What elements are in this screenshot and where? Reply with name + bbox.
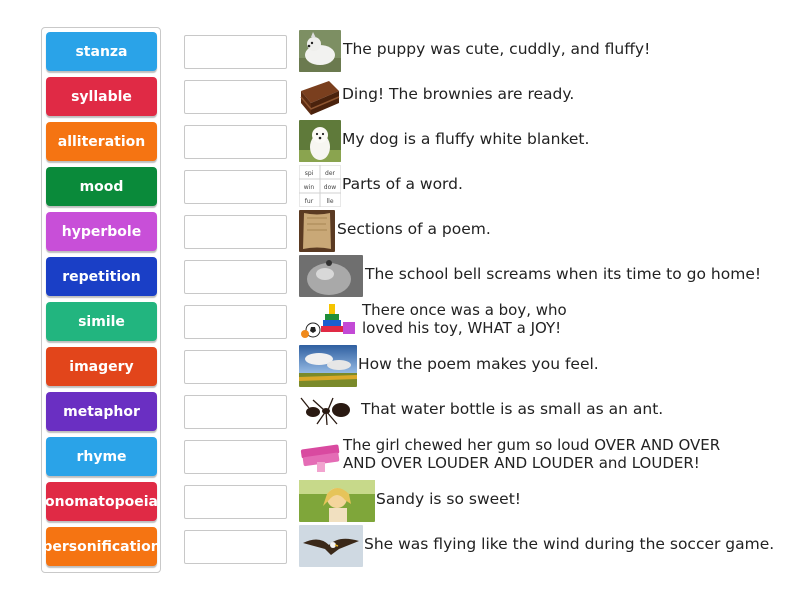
parchment-image: [299, 210, 335, 252]
definition-3: My dog is a fluffy white blanket.: [342, 130, 590, 148]
chart-cell-6: lle: [326, 198, 333, 205]
ant-image: [299, 390, 357, 432]
term-tile-syllable[interactable]: syllable: [46, 77, 157, 116]
definition-7-line-2: loved his toy, WHAT a JOY!: [362, 319, 562, 337]
syllable-chart-image: spi der win dow fur lle: [299, 165, 341, 207]
term-tile-mood[interactable]: mood: [46, 167, 157, 206]
term-tile-onomatopoeia[interactable]: onomatopoeia: [45, 482, 158, 521]
term-tile-metaphor[interactable]: metaphor: [46, 392, 157, 431]
definition-2: Ding! The brownies are ready.: [342, 85, 575, 103]
eagle-image: [299, 525, 363, 567]
drop-slot-9[interactable]: [184, 395, 287, 429]
puppy-image: [299, 30, 341, 72]
drop-slot-5[interactable]: [184, 215, 287, 249]
white-dog-image: [299, 120, 341, 162]
definition-10-line-1: The girl chewed her gum so loud OVER AND…: [343, 436, 721, 454]
sky-field-image: [299, 345, 357, 387]
definition-11: Sandy is so sweet!: [376, 490, 522, 508]
chart-cell-1: spi: [305, 170, 314, 177]
drop-slot-8[interactable]: [184, 350, 287, 384]
drop-slot-12[interactable]: [184, 530, 287, 564]
toys-image: [299, 300, 357, 342]
definition-1: The puppy was cute, cuddly, and fluffy!: [343, 40, 651, 58]
drop-slot-3[interactable]: [184, 125, 287, 159]
definition-9: That water bottle is as small as an ant.: [361, 400, 664, 418]
term-tile-personification[interactable]: personification: [42, 527, 161, 566]
definition-12: She was flying like the wind during the …: [364, 535, 775, 553]
gum-image: [299, 435, 341, 477]
term-tile-imagery[interactable]: imagery: [46, 347, 157, 386]
drop-slot-6[interactable]: [184, 260, 287, 294]
term-tile-repetition[interactable]: repetition: [46, 257, 157, 296]
term-tile-simile[interactable]: simile: [46, 302, 157, 341]
chart-cell-4: dow: [324, 184, 336, 191]
definition-8: How the poem makes you feel.: [358, 355, 599, 373]
drop-slot-10[interactable]: [184, 440, 287, 474]
drop-slot-7[interactable]: [184, 305, 287, 339]
term-tile-rhyme[interactable]: rhyme: [46, 437, 157, 476]
brownies-image: [299, 75, 341, 117]
term-tile-alliteration[interactable]: alliteration: [46, 122, 157, 161]
drop-slot-2[interactable]: [184, 80, 287, 114]
bell-image: [299, 255, 363, 297]
chart-cell-3: win: [304, 184, 315, 191]
definition-5: Sections of a poem.: [337, 220, 491, 238]
drop-slot-11[interactable]: [184, 485, 287, 519]
term-tile-hyperbole[interactable]: hyperbole: [46, 212, 157, 251]
chart-cell-5: fur: [305, 198, 314, 205]
definition-6: The school bell screams when its time to…: [365, 265, 762, 283]
chart-cell-2: der: [325, 170, 336, 177]
definition-7-line-1: There once was a boy, who: [362, 301, 567, 319]
drop-slot-4[interactable]: [184, 170, 287, 204]
girl-image: [299, 480, 375, 522]
term-tile-stanza[interactable]: stanza: [46, 32, 157, 71]
definition-4: Parts of a word.: [342, 175, 463, 193]
drop-slot-1[interactable]: [184, 35, 287, 69]
definition-10-line-2: AND OVER LOUDER AND LOUDER and LOUDER!: [343, 454, 700, 472]
